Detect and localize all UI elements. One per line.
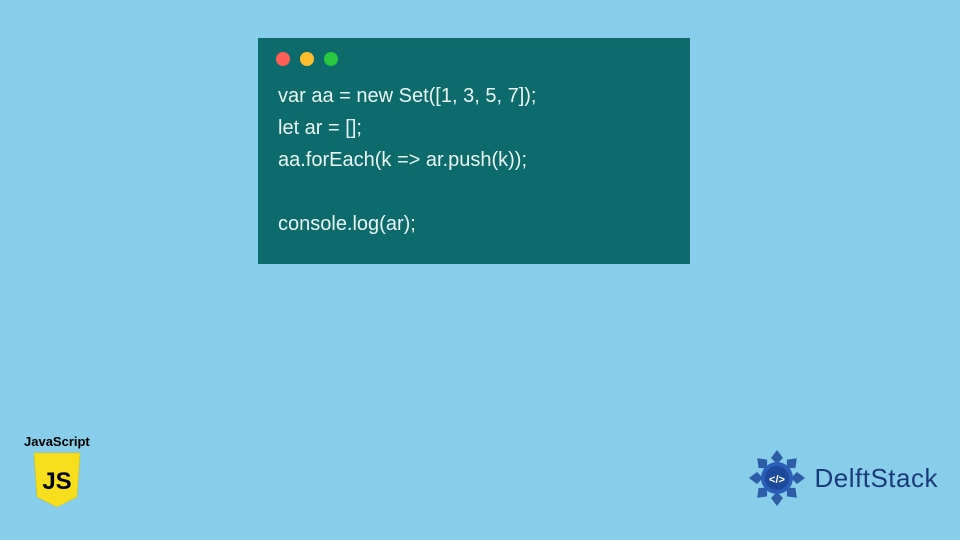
javascript-badge: JavaScript JS bbox=[24, 434, 90, 514]
code-line: var aa = new Set([1, 3, 5, 7]); bbox=[278, 85, 536, 107]
svg-text:</>: </> bbox=[769, 474, 785, 486]
delftstack-text: DelftStack bbox=[815, 463, 939, 494]
code-line: aa.forEach(k => ar.push(k)); bbox=[278, 149, 527, 171]
javascript-label: JavaScript bbox=[24, 434, 90, 449]
delftstack-mandala-icon: </> bbox=[745, 446, 809, 510]
code-body: var aa = new Set([1, 3, 5, 7]); let ar =… bbox=[258, 74, 690, 264]
window-titlebar bbox=[258, 38, 690, 74]
svg-text:JS: JS bbox=[42, 468, 71, 495]
code-window: var aa = new Set([1, 3, 5, 7]); let ar =… bbox=[258, 38, 690, 264]
maximize-icon bbox=[324, 52, 338, 66]
minimize-icon bbox=[300, 52, 314, 66]
code-line: console.log(ar); bbox=[278, 213, 416, 235]
javascript-shield-icon: JS bbox=[32, 451, 82, 509]
close-icon bbox=[276, 52, 290, 66]
code-line: let ar = []; bbox=[278, 117, 362, 139]
delftstack-logo: </> DelftStack bbox=[745, 446, 939, 510]
